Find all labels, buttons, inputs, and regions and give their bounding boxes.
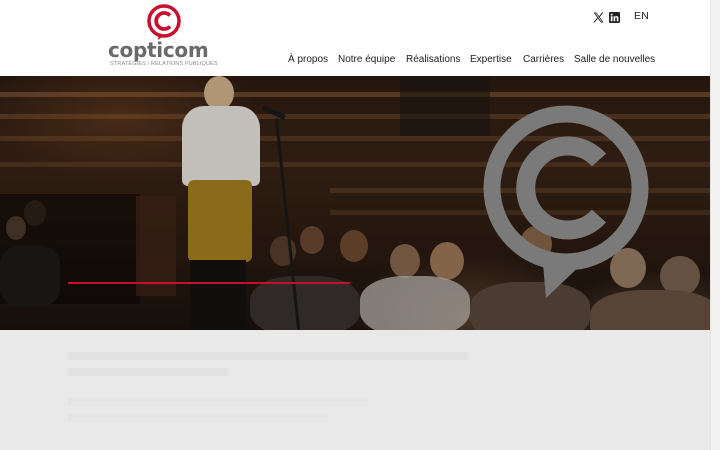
nav-item-salle-de-nouvelles[interactable]: Salle de nouvelles xyxy=(574,54,655,65)
linkedin-icon[interactable] xyxy=(609,10,620,23)
nav-item-notre-equipe[interactable]: Notre équipe xyxy=(338,54,395,65)
main-navigation: À propos Notre équipe Réalisations Exper… xyxy=(0,54,710,68)
nav-item-carrieres[interactable]: Carrières xyxy=(523,54,564,65)
nav-item-realisations[interactable]: Réalisations xyxy=(406,54,460,65)
nav-item-a-propos[interactable]: À propos xyxy=(288,54,328,65)
hero-banner xyxy=(0,76,720,330)
language-switch-link[interactable]: EN xyxy=(634,10,649,22)
page-scrollbar[interactable] xyxy=(710,0,720,450)
site-header: copticom STRATÉGIES / RELATIONS PUBLIQUE… xyxy=(0,0,710,76)
nav-item-expertise[interactable]: Expertise xyxy=(470,54,512,65)
speech-bubble-c-overlay-icon xyxy=(483,105,649,298)
page-content-area xyxy=(0,330,710,450)
speech-bubble-c-logo-icon xyxy=(147,4,181,40)
hero-accent-line xyxy=(68,282,350,284)
x-twitter-icon[interactable] xyxy=(593,10,604,23)
